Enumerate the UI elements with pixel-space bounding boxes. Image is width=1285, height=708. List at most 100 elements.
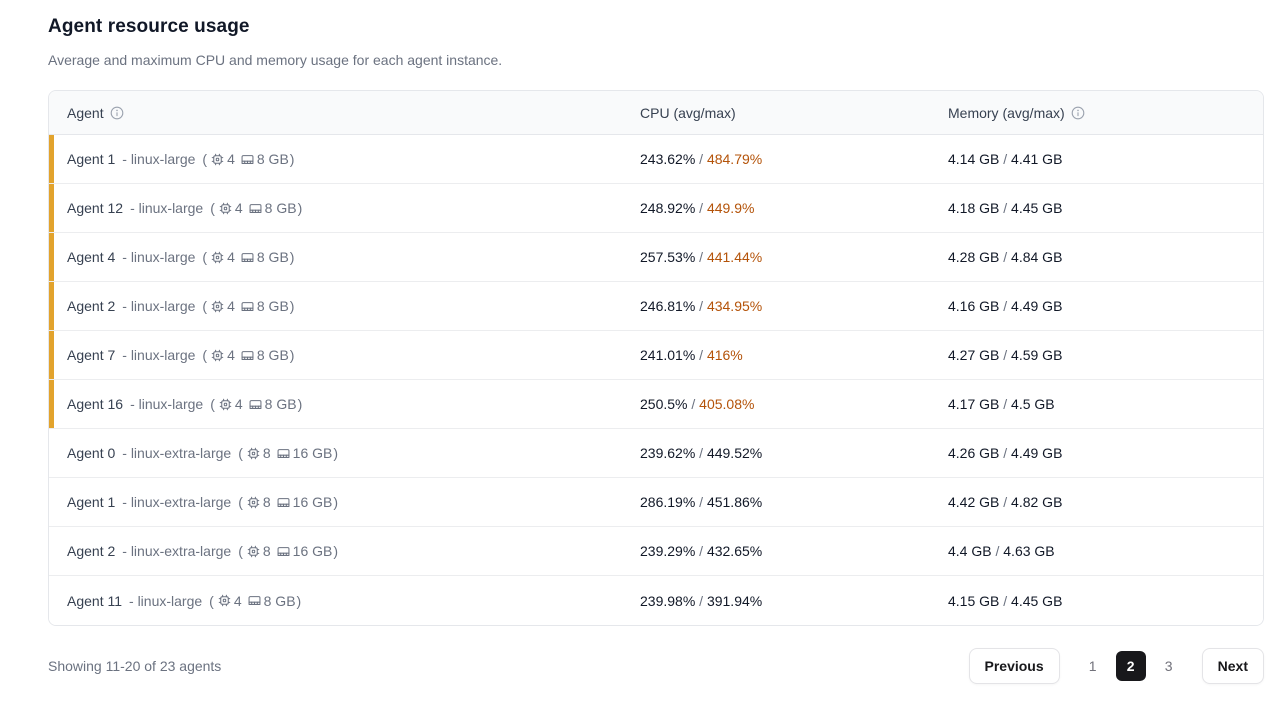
cpu-chip-icon: [217, 593, 232, 608]
column-header-memory-label: Memory (avg/max): [948, 105, 1065, 121]
memory-usage-cell: 4.28 GB / 4.84 GB: [948, 249, 1263, 265]
cpu-core-count: 4: [235, 200, 243, 216]
page-number-list: 123: [1078, 651, 1184, 681]
cpu-usage-cell: 239.62% / 449.52%: [640, 445, 948, 461]
agent-resource-usage-page: Agent resource usage Average and maximum…: [0, 0, 1285, 684]
specs-close-paren: ): [298, 396, 303, 412]
specs-close-paren: ): [333, 494, 338, 510]
previous-page-button[interactable]: Previous: [969, 648, 1060, 684]
info-icon[interactable]: [110, 106, 124, 120]
cpu-avg-value: 239.62%: [640, 445, 695, 461]
table-row: Agent 1 - linux-large ( 4: [49, 135, 1263, 184]
ram-size: 16 GB: [293, 543, 333, 559]
column-header-agent-label: Agent: [67, 105, 104, 121]
cpu-usage-cell: 250.5% / 405.08%: [640, 396, 948, 412]
table-header-row: Agent CPU (avg/max) Memory (avg/max): [49, 91, 1263, 135]
memory-max-value: 4.45 GB: [1011, 200, 1062, 216]
memory-usage-cell: 4.15 GB / 4.45 GB: [948, 593, 1263, 609]
table-row: Agent 11 - linux-large ( 4: [49, 576, 1263, 625]
pagination: Previous 123 Next: [969, 648, 1265, 684]
agent-cell: Agent 1 - linux-large ( 4: [49, 151, 640, 167]
column-header-memory: Memory (avg/max): [948, 105, 1263, 121]
cpu-usage-cell: 239.98% / 391.94%: [640, 593, 948, 609]
agent-type: - linux-large: [130, 200, 203, 216]
agent-cell: Agent 2 - linux-extra-large ( 8: [49, 543, 640, 559]
agent-name: Agent 16: [67, 396, 123, 412]
cpu-chip-icon: [210, 152, 225, 167]
agent-cell: Agent 2 - linux-large ( 4: [49, 298, 640, 314]
cpu-avg-value: 248.92%: [640, 200, 695, 216]
warning-indicator-bar: [49, 184, 54, 232]
memory-usage-cell: 4.18 GB / 4.45 GB: [948, 200, 1263, 216]
warning-indicator-bar: [49, 135, 54, 183]
specs-open-paren: (: [202, 347, 207, 363]
agent-cell: Agent 7 - linux-large ( 4: [49, 347, 640, 363]
cpu-chip-icon: [246, 544, 261, 559]
page-number-1[interactable]: 1: [1078, 651, 1108, 681]
cpu-core-count: 4: [227, 249, 235, 265]
memory-max-value: 4.5 GB: [1011, 396, 1055, 412]
agent-cell: Agent 1 - linux-extra-large ( 8: [49, 494, 640, 510]
cpu-max-value: 484.79%: [707, 151, 762, 167]
agent-specs: ( 4 8 GB ): [202, 347, 294, 363]
agent-usage-table: Agent CPU (avg/max) Memory (avg/max): [48, 90, 1264, 626]
cpu-usage-cell: 286.19% / 451.86%: [640, 494, 948, 510]
memory-max-value: 4.45 GB: [1011, 593, 1062, 609]
ram-icon: [247, 593, 262, 608]
cpu-avg-value: 243.62%: [640, 151, 695, 167]
memory-usage-cell: 4.4 GB / 4.63 GB: [948, 543, 1263, 559]
ram-size: 16 GB: [293, 494, 333, 510]
ram-size: 8 GB: [257, 151, 289, 167]
cpu-max-value: 449.9%: [707, 200, 754, 216]
column-header-cpu-label: CPU (avg/max): [640, 105, 736, 121]
agent-type: - linux-large: [122, 249, 195, 265]
agent-cell: Agent 0 - linux-extra-large ( 8: [49, 445, 640, 461]
cpu-max-value: 434.95%: [707, 298, 762, 314]
specs-open-paren: (: [210, 200, 215, 216]
info-icon[interactable]: [1071, 106, 1085, 120]
table-footer: Showing 11-20 of 23 agents Previous 123 …: [48, 648, 1264, 684]
ram-size: 8 GB: [257, 249, 289, 265]
agent-type: - linux-extra-large: [122, 494, 231, 510]
cpu-chip-icon: [210, 348, 225, 363]
specs-close-paren: ): [298, 200, 303, 216]
table-row: Agent 2 - linux-extra-large ( 8: [49, 527, 1263, 576]
ram-icon: [240, 348, 255, 363]
agent-name: Agent 7: [67, 347, 115, 363]
page-number-2[interactable]: 2: [1116, 651, 1146, 681]
ram-icon: [276, 446, 291, 461]
specs-close-paren: ): [290, 298, 295, 314]
agent-cell: Agent 11 - linux-large ( 4: [49, 593, 640, 609]
agent-type: - linux-large: [130, 396, 203, 412]
ram-icon: [276, 495, 291, 510]
cpu-core-count: 4: [227, 151, 235, 167]
agent-cell: Agent 16 - linux-large ( 4: [49, 396, 640, 412]
cpu-usage-cell: 248.92% / 449.9%: [640, 200, 948, 216]
cpu-avg-value: 257.53%: [640, 249, 695, 265]
specs-open-paren: (: [202, 298, 207, 314]
cpu-avg-value: 239.29%: [640, 543, 695, 559]
memory-avg-value: 4.42 GB: [948, 494, 999, 510]
ram-size: 8 GB: [265, 396, 297, 412]
memory-max-value: 4.49 GB: [1011, 298, 1062, 314]
specs-open-paren: (: [202, 249, 207, 265]
page-number-3[interactable]: 3: [1154, 651, 1184, 681]
agent-name: Agent 1: [67, 494, 115, 510]
agent-type: - linux-large: [122, 298, 195, 314]
agent-name: Agent 1: [67, 151, 115, 167]
cpu-avg-value: 241.01%: [640, 347, 695, 363]
cpu-chip-icon: [218, 397, 233, 412]
memory-max-value: 4.59 GB: [1011, 347, 1062, 363]
ram-size: 8 GB: [265, 200, 297, 216]
next-page-button[interactable]: Next: [1202, 648, 1264, 684]
memory-avg-value: 4.14 GB: [948, 151, 999, 167]
agent-type: - linux-extra-large: [122, 445, 231, 461]
memory-avg-value: 4.17 GB: [948, 396, 999, 412]
agent-name: Agent 4: [67, 249, 115, 265]
agent-specs: ( 4 8 GB ): [210, 396, 302, 412]
column-header-cpu: CPU (avg/max): [640, 105, 948, 121]
memory-usage-cell: 4.14 GB / 4.41 GB: [948, 151, 1263, 167]
ram-size: 16 GB: [293, 445, 333, 461]
cpu-usage-cell: 246.81% / 434.95%: [640, 298, 948, 314]
ram-icon: [240, 250, 255, 265]
